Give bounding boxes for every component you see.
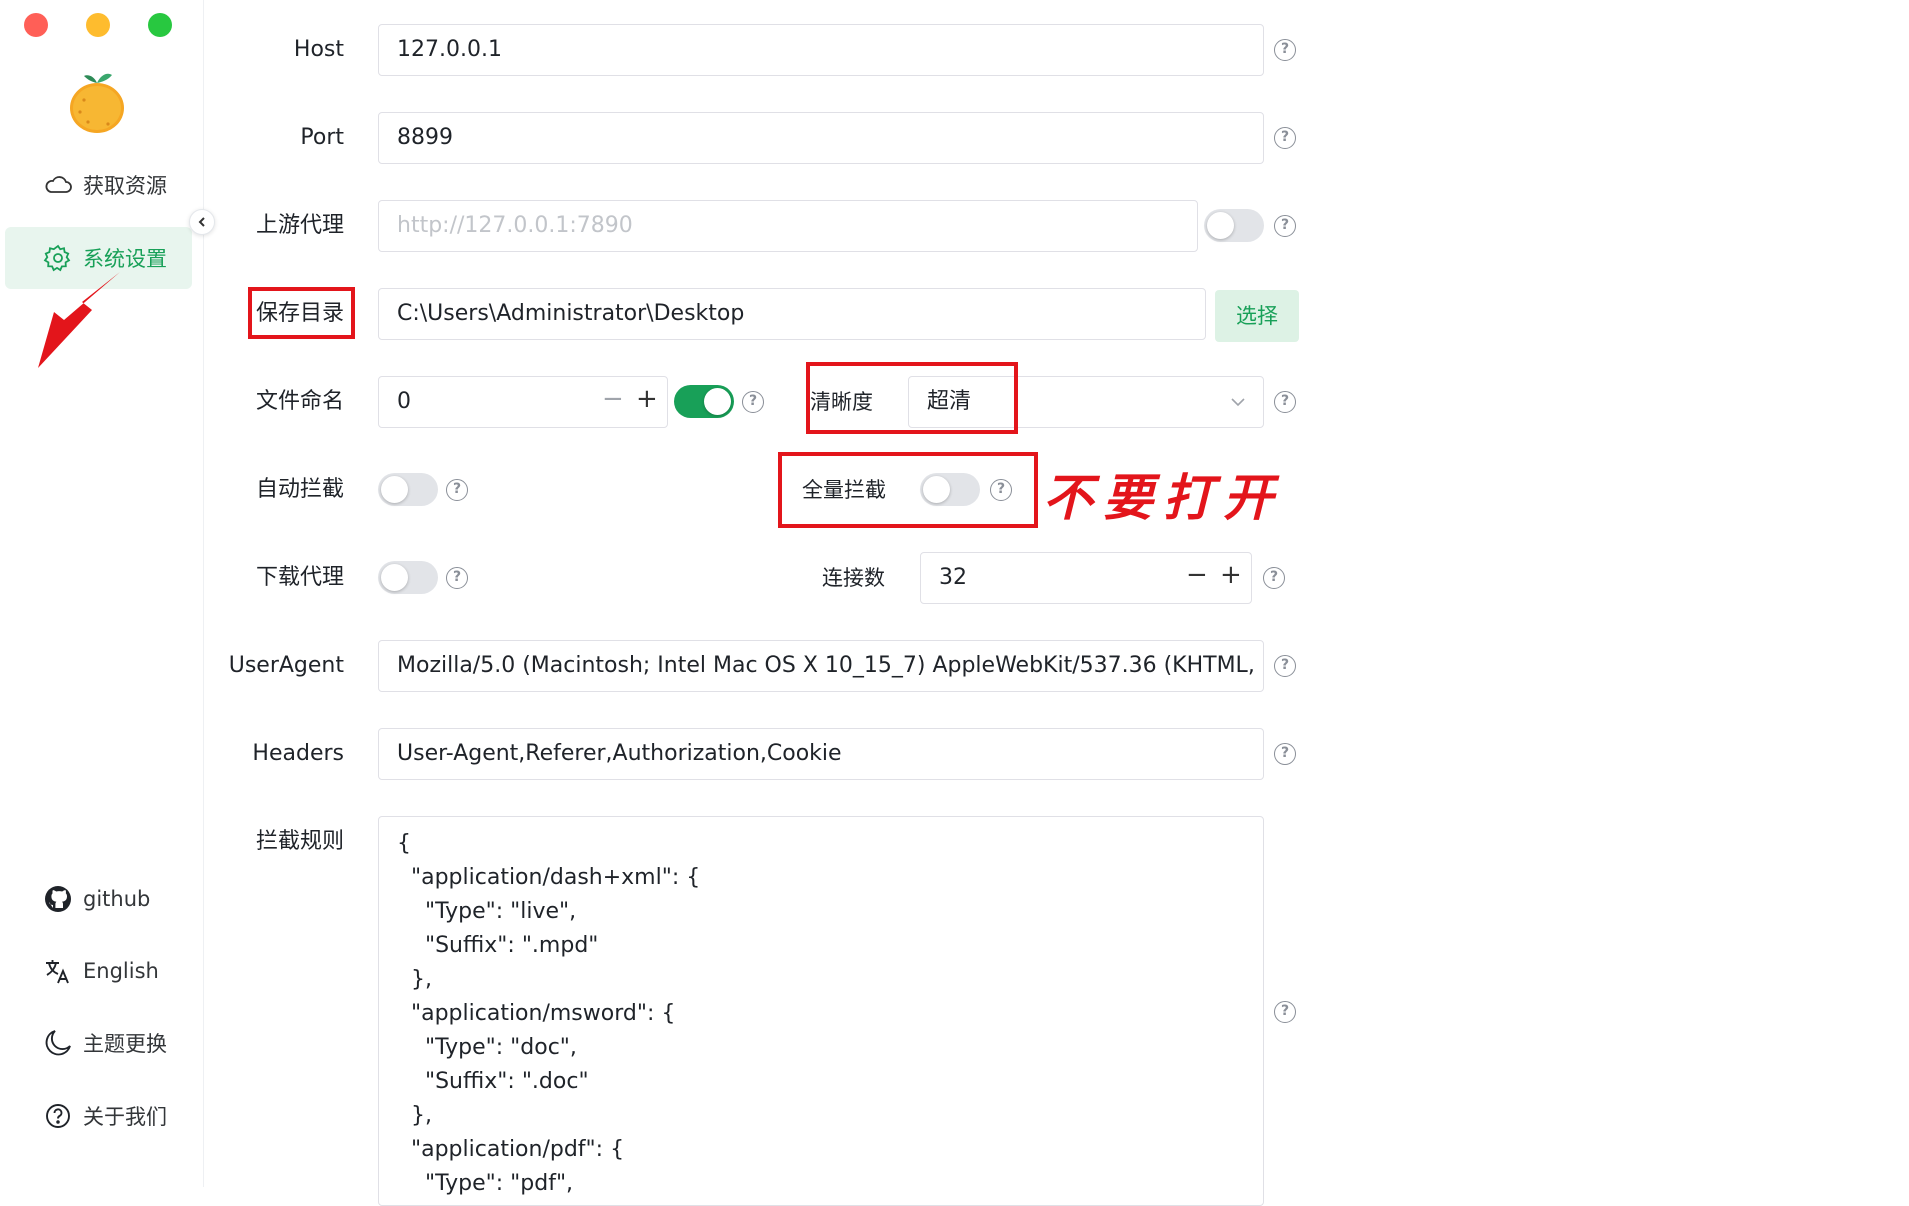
port-label: Port <box>300 125 344 150</box>
full-intercept-help-icon[interactable]: ? <box>990 479 1012 501</box>
file-naming-stepper: − + <box>602 384 658 414</box>
do-not-enable-annotation: 不要打开 <box>1043 468 1283 527</box>
window-close-button[interactable] <box>24 13 48 37</box>
user-agent-input[interactable]: Mozilla/5.0 (Macintosh; Intel Mac OS X 1… <box>378 640 1264 692</box>
host-label: Host <box>293 37 344 62</box>
decrement-button[interactable]: − <box>602 384 624 414</box>
rules-label: 拦截规则 <box>255 829 344 854</box>
sidebar-item-github[interactable]: github <box>5 868 192 930</box>
sidebar-item-label: 关于我们 <box>83 1105 167 1129</box>
translate-icon <box>46 960 69 984</box>
sidebar-item-label: 主题更换 <box>83 1032 167 1056</box>
connections-help-icon[interactable]: ? <box>1263 567 1285 589</box>
full-intercept-label: 全量拦截 <box>802 478 886 502</box>
gear-icon <box>43 244 71 272</box>
host-input[interactable]: 127.0.0.1 <box>378 24 1264 76</box>
chevron-down-icon <box>1231 398 1245 407</box>
rules-textarea[interactable]: { "application/dash+xml": { "Type": "liv… <box>378 816 1264 1206</box>
download-proxy-label: 下载代理 <box>255 565 344 590</box>
increment-button[interactable]: + <box>1220 560 1242 590</box>
window-minimize-button[interactable] <box>86 13 110 37</box>
red-arrow-annotation <box>38 272 120 368</box>
quality-help-icon[interactable]: ? <box>1274 391 1296 413</box>
auto-intercept-label: 自动拦截 <box>255 477 344 502</box>
github-icon <box>45 886 71 912</box>
port-help-icon[interactable]: ? <box>1274 127 1296 149</box>
headers-label: Headers <box>252 741 344 766</box>
auto-intercept-toggle[interactable] <box>378 473 438 506</box>
auto-intercept-help-icon[interactable]: ? <box>446 479 468 501</box>
moon-icon <box>45 1030 71 1056</box>
download-proxy-help-icon[interactable]: ? <box>446 567 468 589</box>
sidebar-item-english[interactable]: English <box>5 940 192 1002</box>
user-agent-help-icon[interactable]: ? <box>1274 655 1296 677</box>
file-naming-toggle[interactable] <box>674 385 734 418</box>
upstream-proxy-input[interactable]: http://127.0.0.1:7890 <box>378 200 1198 252</box>
upstream-proxy-help-icon[interactable]: ? <box>1274 215 1296 237</box>
upstream-proxy-toggle[interactable] <box>1204 209 1264 242</box>
headers-input[interactable]: User-Agent,Referer,Authorization,Cookie <box>378 728 1264 780</box>
save-dir-input[interactable]: C:\Users\Administrator\Desktop <box>378 288 1206 340</box>
file-naming-label: 文件命名 <box>255 389 344 414</box>
host-help-icon[interactable]: ? <box>1274 39 1296 61</box>
upstream-proxy-label: 上游代理 <box>255 213 344 238</box>
quality-highlight-box <box>806 362 1018 434</box>
file-naming-help-icon[interactable]: ? <box>742 391 764 413</box>
headers-help-icon[interactable]: ? <box>1274 743 1296 765</box>
choose-dir-button[interactable]: 选择 <box>1215 290 1299 342</box>
download-proxy-toggle[interactable] <box>378 561 438 594</box>
port-input[interactable]: 8899 <box>378 112 1264 164</box>
sidebar-item-label: 获取资源 <box>83 174 167 198</box>
connections-stepper: − + <box>1186 560 1242 590</box>
sidebar-item-label: github <box>83 887 151 911</box>
decrement-button[interactable]: − <box>1186 560 1208 590</box>
orange-logo-icon <box>70 73 124 133</box>
increment-button[interactable]: + <box>636 384 658 414</box>
sidebar-item-about[interactable]: 关于我们 <box>5 1085 192 1147</box>
user-agent-label: UserAgent <box>228 653 344 678</box>
save-dir-label: 保存目录 <box>255 301 344 326</box>
connections-label: 连接数 <box>822 566 885 590</box>
cloud-icon <box>45 176 72 193</box>
question-circle-icon <box>46 1104 70 1128</box>
rules-help-icon[interactable]: ? <box>1274 1001 1296 1023</box>
sidebar-item-theme[interactable]: 主题更换 <box>5 1012 192 1074</box>
sidebar-item-label: English <box>83 959 159 983</box>
full-intercept-toggle[interactable] <box>920 473 980 506</box>
